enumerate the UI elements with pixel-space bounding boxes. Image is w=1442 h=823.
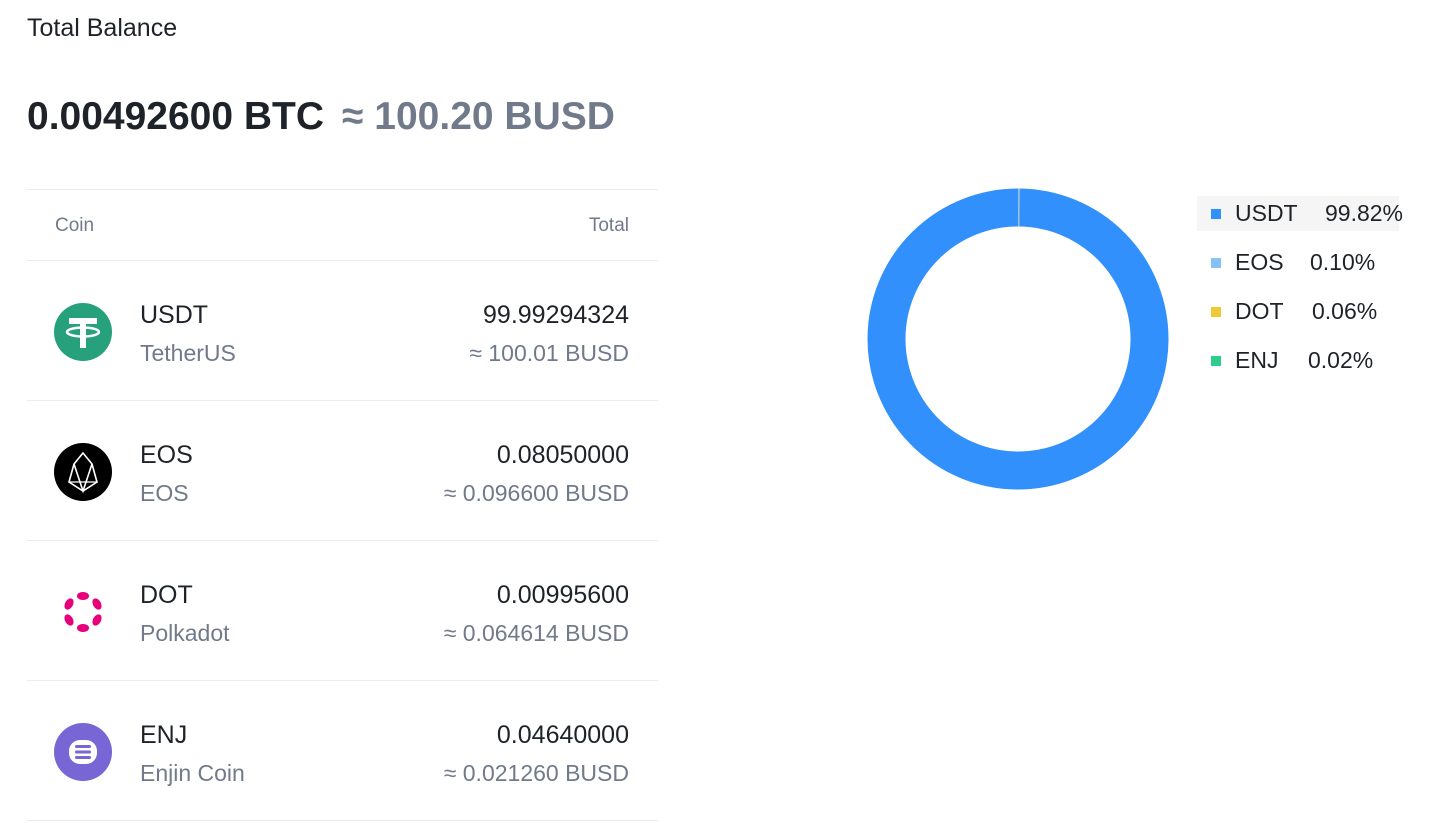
legend-percent: 0.10% [1310,249,1376,275]
coin-table: Coin Total USDT TetherUS 99.99294324 ≈ 1… [27,189,658,821]
legend-item-eos[interactable]: EOS 0.10% [1197,245,1399,280]
polkadot-icon [64,592,102,632]
coin-name: Polkadot [140,620,230,646]
coin-value: ≈ 0.064614 BUSD [443,620,629,646]
table-row[interactable]: DOT Polkadot 0.00995600 ≈ 0.064614 BUSD [27,541,658,681]
coin-amount: 99.99294324 [483,301,629,329]
column-header-total[interactable]: Total [589,215,629,237]
legend-swatch [1211,356,1221,366]
legend-label: DOT [1235,298,1284,324]
table-row[interactable]: USDT TetherUS 99.99294324 ≈ 100.01 BUSD [27,261,658,401]
coin-value: ≈ 0.096600 BUSD [443,480,629,506]
chart-legend: USDT 99.82% EOS 0.10% DOT 0.06% ENJ 0.02… [1197,196,1403,392]
coin-symbol: USDT [140,301,209,329]
legend-item-enj[interactable]: ENJ 0.02% [1197,343,1399,378]
coin-symbol: EOS [140,441,193,469]
coin-symbol: ENJ [140,721,188,749]
allocation-donut-chart[interactable] [866,187,1170,491]
coin-amount: 0.08050000 [496,441,629,469]
table-row[interactable]: EOS EOS 0.08050000 ≈ 0.096600 BUSD [27,401,658,541]
legend-label: ENJ [1235,347,1279,373]
coin-symbol: DOT [140,581,193,609]
coin-value: ≈ 100.01 BUSD [469,340,629,366]
legend-percent: 0.06% [1312,298,1378,324]
coin-amount: 0.00995600 [496,581,629,609]
legend-label: USDT [1235,200,1298,226]
table-header: Coin Total [27,189,658,261]
coin-name: Enjin Coin [140,760,245,786]
legend-swatch [1211,307,1221,317]
donut-slice-usdt[interactable] [867,188,1169,490]
busd-balance: ≈ 100.20 BUSD [342,95,615,138]
coin-name: TetherUS [140,340,236,366]
legend-percent: 0.02% [1308,347,1374,373]
legend-percent: 99.82% [1325,200,1404,226]
column-header-coin[interactable]: Coin [55,215,94,237]
enjin-icon [54,723,112,781]
total-balance: 0.00492600 BTC ≈ 100.20 BUSD [27,95,615,139]
legend-item-dot[interactable]: DOT 0.06% [1197,294,1399,329]
coin-name: EOS [140,480,189,506]
page-title: Total Balance [27,14,178,42]
coin-value: ≈ 0.021260 BUSD [443,760,629,786]
btc-balance: 0.00492600 BTC [27,95,325,138]
legend-swatch [1211,209,1221,219]
eos-icon [54,443,112,501]
table-row[interactable]: ENJ Enjin Coin 0.04640000 ≈ 0.021260 BUS… [27,681,658,821]
legend-label: EOS [1235,249,1284,275]
legend-item-usdt[interactable]: USDT 99.82% [1197,196,1403,231]
tether-icon [54,303,112,361]
legend-swatch [1211,258,1221,268]
coin-amount: 0.04640000 [496,721,629,749]
